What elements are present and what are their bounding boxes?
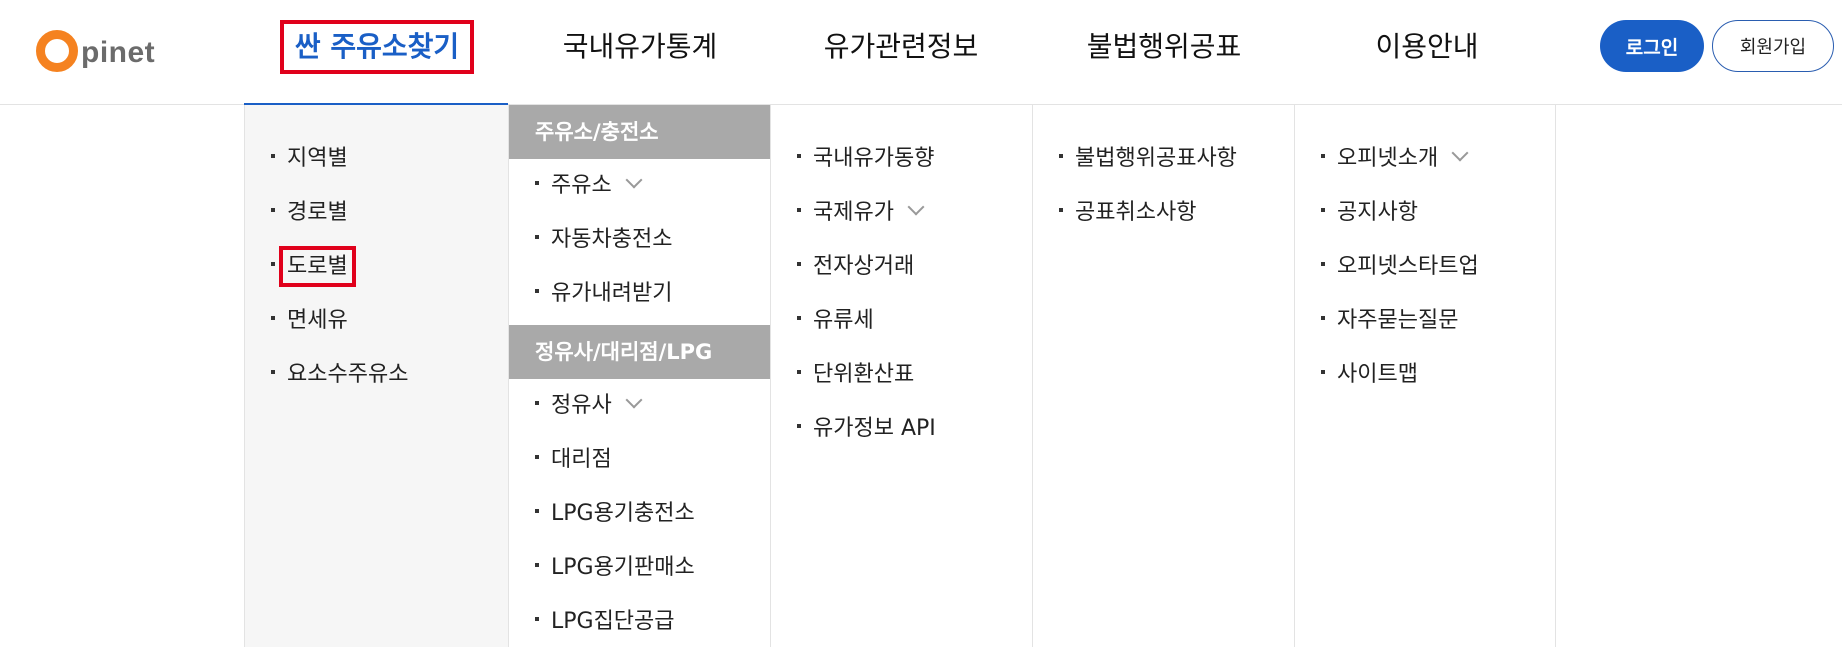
join-button[interactable]: 회원가입	[1712, 20, 1834, 72]
menu-col-stats: 국내유가동향 국제유가 전자상거래 유류세 단위환산표 유가정보 API	[770, 105, 1032, 647]
nav-cheap-gas-station[interactable]: 싼 주유소찾기	[280, 20, 474, 74]
nav-domestic-oil-stats[interactable]: 국내유가통계	[560, 24, 720, 70]
menu-item-ev-charger[interactable]: 자동차충전소	[509, 213, 770, 267]
menu-item-domestic-trend[interactable]: 국내유가동향	[771, 132, 1032, 186]
menu-item-price-api[interactable]: 유가정보 API	[771, 402, 1032, 456]
menu-item-route[interactable]: 경로별	[245, 186, 508, 240]
menu-item-tax-free[interactable]: 면세유	[245, 294, 508, 348]
menu-item-price-download[interactable]: 유가내려받기	[509, 267, 770, 321]
menu-list-find: 지역별 경로별 도로별 면세유 요소수주유소	[245, 132, 508, 402]
chevron-down-icon	[1451, 144, 1469, 162]
nav-illegal-disclosure[interactable]: 불법행위공표	[1084, 24, 1244, 70]
menu-item-gas-station[interactable]: 주유소	[509, 159, 770, 213]
menu-list-guide: 오피넷소개 공지사항 오피넷스타트업 자주묻는질문 사이트맵	[1295, 132, 1555, 402]
menu-list-stats: 국내유가동향 국제유가 전자상거래 유류세 단위환산표 유가정보 API	[771, 132, 1032, 456]
nav-oil-price-info[interactable]: 유가관련정보	[821, 24, 981, 70]
menu-list-illegal: 불법행위공표사항 공표취소사항	[1033, 132, 1294, 240]
menu-item-lpg-group-supply[interactable]: LPG집단공급	[509, 595, 770, 649]
menu-col-find: 지역별 경로별 도로별 면세유 요소수주유소	[244, 105, 508, 647]
menu-item-about[interactable]: 오피넷소개	[1295, 132, 1555, 186]
menu-item-agency[interactable]: 대리점	[509, 433, 770, 487]
menu-item-intl-price[interactable]: 국제유가	[771, 186, 1032, 240]
menu-col-illegal: 불법행위공표사항 공표취소사항	[1032, 105, 1294, 647]
menu-item-unit-conversion[interactable]: 단위환산표	[771, 348, 1032, 402]
menu-item-notice[interactable]: 공지사항	[1295, 186, 1555, 240]
group-title-stations: 주유소/충전소	[509, 105, 770, 159]
menu-item-cancel-list[interactable]: 공표취소사항	[1033, 186, 1294, 240]
chevron-down-icon	[625, 171, 643, 189]
menu-item-road[interactable]: 도로별	[245, 240, 508, 294]
menu-item-ecommerce[interactable]: 전자상거래	[771, 240, 1032, 294]
chevron-down-icon	[625, 391, 643, 409]
menu-item-fuel-tax[interactable]: 유류세	[771, 294, 1032, 348]
menu-item-urea-station[interactable]: 요소수주유소	[245, 348, 508, 402]
login-button[interactable]: 로그인	[1600, 20, 1704, 72]
menu-item-illegal-list[interactable]: 불법행위공표사항	[1033, 132, 1294, 186]
logo-text: pinet	[81, 36, 156, 69]
group-title-refinery: 정유사/대리점/LPG	[509, 325, 770, 379]
menu-item-refinery[interactable]: 정유사	[509, 379, 770, 433]
menu-list-refinery: 정유사 대리점 LPG용기충전소 LPG용기판매소 LPG집단공급	[509, 379, 770, 649]
opinet-logo[interactable]: pinet	[36, 14, 155, 74]
menu-col-guide: 오피넷소개 공지사항 오피넷스타트업 자주묻는질문 사이트맵	[1294, 105, 1556, 647]
chevron-down-icon	[907, 198, 925, 216]
menu-item-faq[interactable]: 자주묻는질문	[1295, 294, 1555, 348]
menu-item-region[interactable]: 지역별	[245, 132, 508, 186]
nav-usage-guide[interactable]: 이용안내	[1372, 24, 1482, 70]
menu-item-lpg-sales[interactable]: LPG용기판매소	[509, 541, 770, 595]
menu-item-lpg-charging[interactable]: LPG용기충전소	[509, 487, 770, 541]
menu-col-stations: 주유소/충전소 주유소 자동차충전소 유가내려받기 정유사/대리점/LPG 정유…	[508, 105, 770, 647]
logo-o-mark	[36, 30, 78, 72]
site-header: pinet 싼 주유소찾기 국내유가통계 유가관련정보 불법행위공표 이용안내 …	[0, 0, 1842, 105]
menu-item-startup[interactable]: 오피넷스타트업	[1295, 240, 1555, 294]
menu-list-stations: 주유소 자동차충전소 유가내려받기	[509, 159, 770, 321]
menu-item-sitemap[interactable]: 사이트맵	[1295, 348, 1555, 402]
